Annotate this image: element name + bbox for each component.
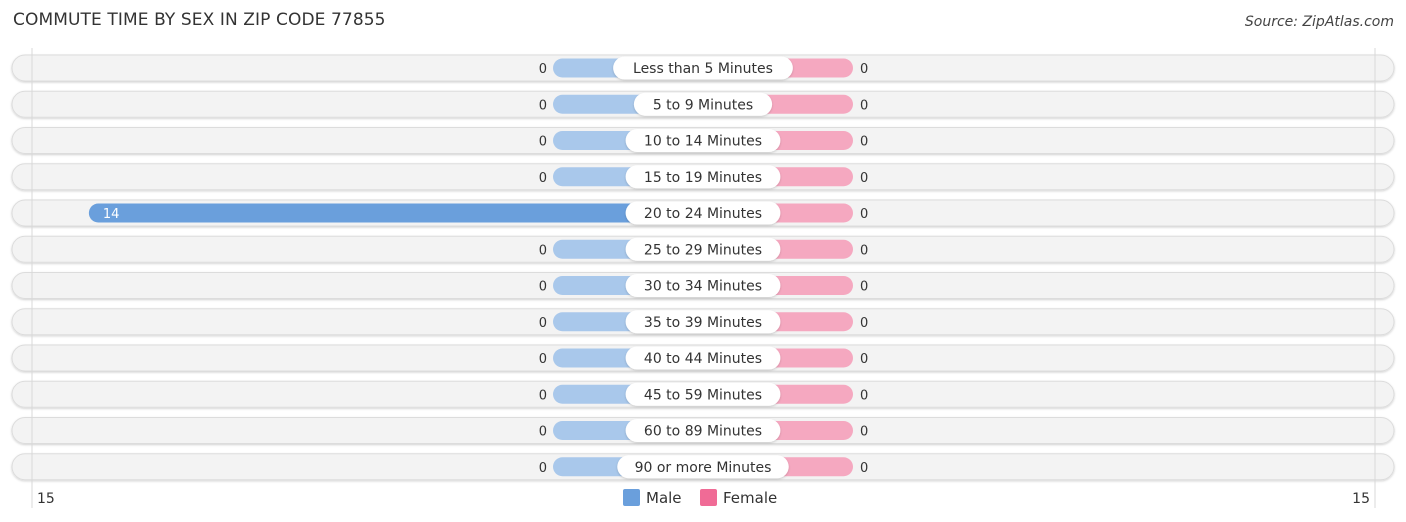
legend: Male Female: [623, 489, 777, 507]
category-label: 45 to 59 Minutes: [644, 387, 762, 403]
chart-row: 60 to 89 Minutes 0 0: [11, 417, 1395, 444]
axis-tick-right: 15: [1352, 491, 1370, 507]
category-label: 90 or more Minutes: [635, 460, 772, 476]
chart-row: 35 to 39 Minutes 0 0: [11, 308, 1395, 336]
value-label-female: 0: [860, 135, 868, 150]
legend-swatch-female: [700, 489, 717, 506]
value-label-female: 0: [860, 62, 868, 77]
category-label: 30 to 34 Minutes: [644, 279, 762, 295]
chart-canvas: Less than 5 Minutes0 05 to 9 Minutes0 010 …: [11, 48, 1395, 508]
category-label: 25 to 29 Minutes: [644, 242, 762, 258]
value-label-male: 0: [539, 98, 547, 113]
value-label-male: 0: [539, 388, 547, 403]
value-label-male: 0: [539, 425, 547, 440]
legend-label-female: Female: [723, 489, 777, 507]
category-label: 15 to 19 Minutes: [644, 170, 762, 186]
chart-row: 15 to 19 Minutes 0 0: [11, 163, 1395, 191]
value-label-female: 0: [860, 171, 868, 186]
value-label-female: 0: [860, 388, 868, 403]
value-label-female: 0: [860, 352, 868, 367]
value-label-male: 0: [539, 243, 547, 258]
value-label-male: 0: [539, 461, 547, 476]
category-label: 35 to 39 Minutes: [644, 315, 762, 331]
value-label-male: 14: [103, 207, 120, 222]
chart-row: 10 to 14 Minutes 0 0: [11, 127, 1395, 154]
value-label-female: 0: [860, 98, 868, 113]
value-label-female: 0: [860, 461, 868, 476]
chart-row: 40 to 44 Minutes 0 0: [11, 344, 1395, 372]
category-label: 60 to 89 Minutes: [644, 424, 762, 440]
category-label: 10 to 14 Minutes: [644, 134, 762, 150]
chart-row: 25 to 29 Minutes 0 0: [11, 235, 1395, 263]
axis-tick-left: 15: [37, 491, 55, 507]
value-label-female: 0: [860, 280, 868, 295]
category-label: 40 to 44 Minutes: [644, 351, 762, 367]
value-label-male: 0: [539, 135, 547, 150]
category-label: 20 to 24 Minutes: [644, 206, 762, 222]
chart-row: 5 to 9 Minutes 0 0: [11, 90, 1395, 118]
value-label-female: 0: [860, 425, 868, 440]
category-label: 5 to 9 Minutes: [653, 97, 753, 113]
chart-row: 30 to 34 Minutes 0 0: [11, 272, 1395, 299]
value-label-female: 0: [860, 207, 868, 222]
chart-row: Less than 5 Minutes 0 0: [11, 54, 1395, 82]
legend-label-male: Male: [646, 489, 682, 507]
chart-row: 45 to 59 Minutes 0 0: [11, 380, 1395, 408]
value-label-female: 0: [860, 243, 868, 258]
chart-row: 90 or more Minutes 0 0: [11, 453, 1395, 481]
legend-swatch-male: [623, 489, 640, 506]
value-label-male: 0: [539, 62, 547, 77]
bar-male: [88, 203, 703, 223]
value-label-male: 0: [539, 171, 547, 186]
value-label-male: 0: [539, 316, 547, 331]
value-label-female: 0: [860, 316, 868, 331]
value-label-male: 0: [539, 352, 547, 367]
chart-row: 20 to 24 Minutes 14 0: [11, 199, 1395, 227]
value-label-male: 0: [539, 280, 547, 295]
category-label: Less than 5 Minutes: [633, 61, 773, 77]
